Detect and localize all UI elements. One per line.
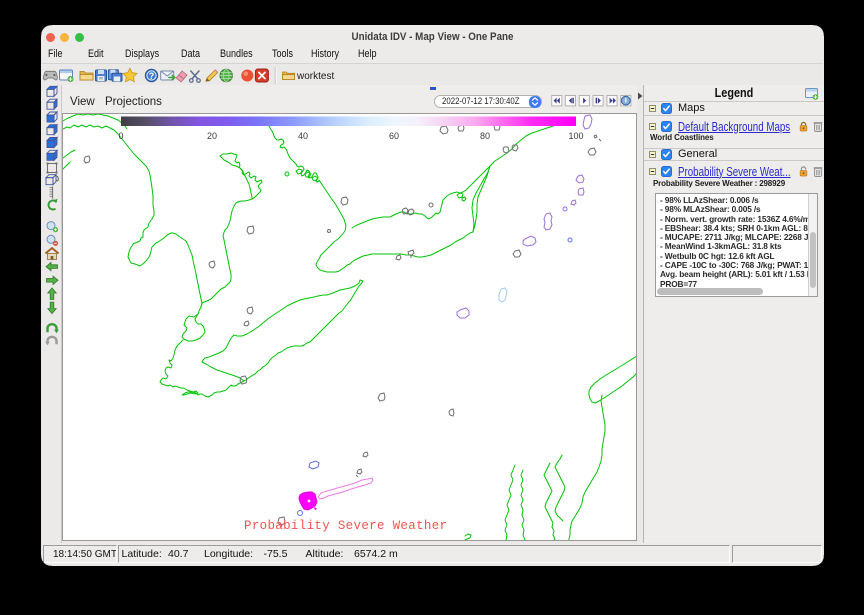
svg-text:Probability Severe Weather: Probability Severe Weather [244, 519, 447, 533]
svg-text:100: 100 [568, 131, 583, 141]
svg-text:?: ? [149, 71, 155, 81]
svg-text:20: 20 [207, 131, 217, 141]
svg-text:40: 40 [298, 131, 308, 141]
svg-text:0: 0 [118, 131, 123, 141]
svg-text:60: 60 [389, 131, 399, 141]
svg-text:80: 80 [480, 131, 490, 141]
svg-text:worktest: worktest [296, 71, 334, 82]
